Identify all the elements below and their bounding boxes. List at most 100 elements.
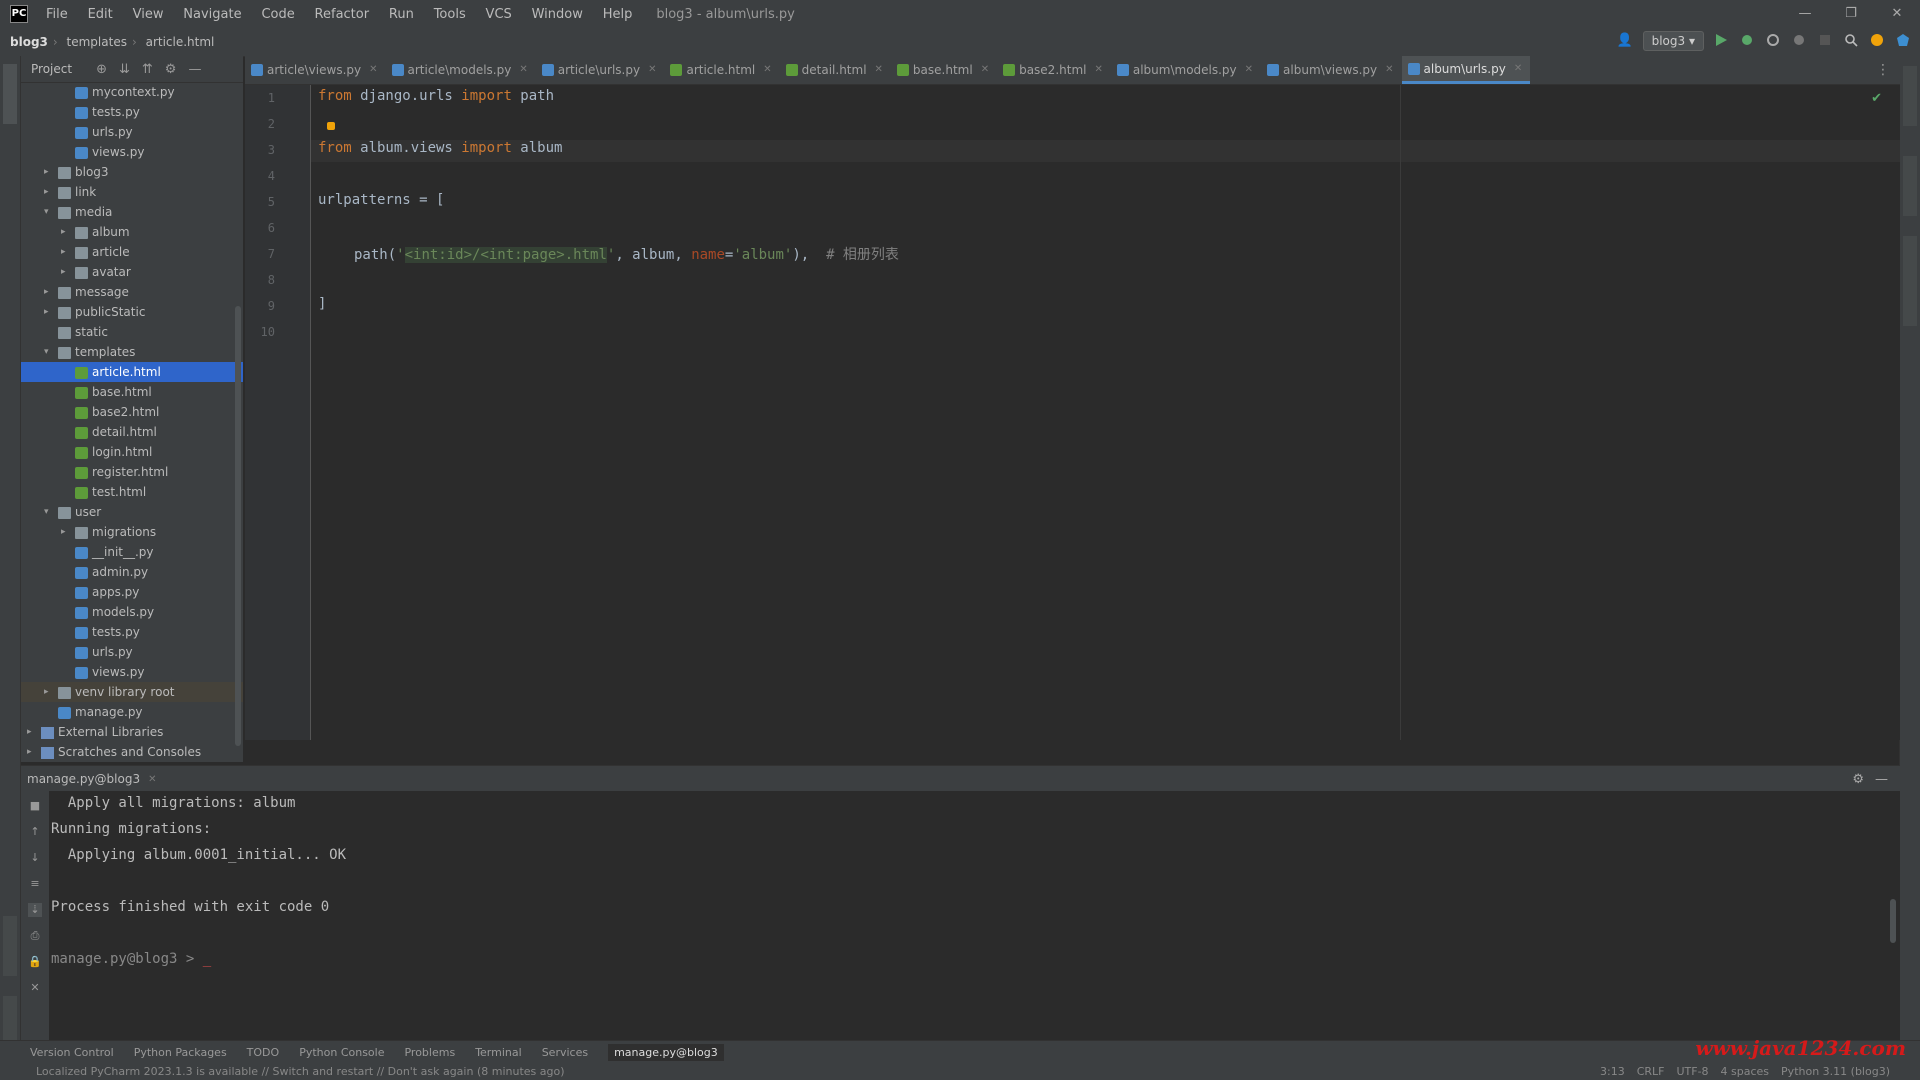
run-console[interactable]: ■ ↑ ↓ ≡ ⇣ ⎙ 🔒 ✕ Apply all migrations: al…	[21, 791, 1900, 1040]
console-prompt[interactable]: manage.py@blog3 > _	[51, 951, 211, 967]
caret-position[interactable]: 3:13	[1600, 1065, 1625, 1078]
menu-edit[interactable]: Edit	[88, 7, 113, 22]
tree-item[interactable]: tests.py	[21, 102, 243, 122]
close-tab-icon[interactable]: ✕	[519, 56, 527, 84]
sciview-tool-button[interactable]	[1903, 236, 1917, 326]
status-message[interactable]: Localized PyCharm 2023.1.3 is available …	[36, 1065, 565, 1078]
search-icon[interactable]	[1844, 33, 1860, 49]
tree-item[interactable]: views.py	[21, 142, 243, 162]
menu-code[interactable]: Code	[261, 7, 294, 22]
maximize-button[interactable]: ❐	[1828, 0, 1874, 28]
python-interpreter[interactable]: Python 3.11 (blog3)	[1781, 1065, 1890, 1078]
tool-python-console[interactable]: Python Console	[299, 1046, 384, 1059]
tree-item[interactable]: models.py	[21, 602, 243, 622]
close-tab-icon[interactable]: ✕	[1245, 56, 1253, 84]
chevron-right-icon[interactable]: ▸	[27, 742, 37, 762]
scroll-up-icon[interactable]: ↑	[28, 825, 42, 839]
chevron-right-icon[interactable]: ▸	[44, 162, 54, 182]
menu-tools[interactable]: Tools	[434, 7, 466, 22]
editor-tab[interactable]: article.html ✕	[664, 56, 779, 84]
chevron-right-icon[interactable]: ▸	[61, 242, 71, 262]
chevron-right-icon[interactable]: ▸	[27, 722, 37, 742]
run-tab-title[interactable]: manage.py@blog3	[27, 772, 140, 786]
tree-item[interactable]: ▸ Scratches and Consoles	[21, 742, 243, 762]
tree-item[interactable]: ▸ message	[21, 282, 243, 302]
menu-navigate[interactable]: Navigate	[183, 7, 241, 22]
editor-tab[interactable]: album\models.py ✕	[1111, 56, 1261, 84]
tree-item[interactable]: ▸ link	[21, 182, 243, 202]
scroll-to-end-icon[interactable]: ⇣	[28, 903, 42, 917]
tabs-menu-icon[interactable]: ⋮	[1876, 62, 1890, 78]
close-tab-icon[interactable]: ✕	[981, 56, 989, 84]
tree-item[interactable]: ▾ user	[21, 502, 243, 522]
close-tab-icon[interactable]: ✕	[875, 56, 883, 84]
menu-vcs[interactable]: VCS	[486, 7, 512, 22]
lock-icon[interactable]: 🔒	[28, 955, 42, 969]
print-icon[interactable]: ⎙	[28, 929, 42, 943]
tool-python-packages[interactable]: Python Packages	[134, 1046, 227, 1059]
close-icon[interactable]: ✕	[28, 981, 42, 995]
editor-tab[interactable]: article\models.py ✕	[386, 56, 536, 84]
line-separator[interactable]: CRLF	[1637, 1065, 1665, 1078]
tree-item[interactable]: static	[21, 322, 243, 342]
run-icon[interactable]	[1714, 33, 1730, 49]
collapse-all-icon[interactable]: ⇈	[142, 62, 153, 77]
soft-wrap-icon[interactable]: ≡	[28, 877, 42, 891]
tree-item[interactable]: register.html	[21, 462, 243, 482]
chevron-right-icon[interactable]: ▸	[61, 522, 71, 542]
update-icon[interactable]	[1870, 33, 1886, 49]
menu-refactor[interactable]: Refactor	[315, 7, 370, 22]
tree-item[interactable]: ▸ venv library root	[21, 682, 243, 702]
chevron-right-icon[interactable]: ▸	[44, 182, 54, 202]
close-tab-icon[interactable]: ✕	[763, 56, 771, 84]
run-settings-gear-icon[interactable]: ⚙	[1852, 772, 1864, 787]
run-hide-icon[interactable]: —	[1875, 772, 1888, 787]
intention-bulb-icon[interactable]	[327, 122, 335, 130]
tree-item[interactable]: __init__.py	[21, 542, 243, 562]
close-tab-icon[interactable]: ✕	[369, 56, 377, 84]
close-tab-icon[interactable]: ✕	[1094, 56, 1102, 84]
minimize-button[interactable]: —	[1782, 0, 1828, 28]
tree-item[interactable]: tests.py	[21, 622, 243, 642]
editor-tab[interactable]: base.html ✕	[891, 56, 997, 84]
close-tab-icon[interactable]: ✕	[648, 56, 656, 84]
editor-tab[interactable]: article\urls.py ✕	[536, 56, 665, 84]
close-window-button[interactable]: ✕	[1874, 0, 1920, 28]
bookmarks-tool-button[interactable]	[3, 916, 17, 976]
inspection-ok-icon[interactable]: ✔	[1871, 91, 1882, 106]
tree-item[interactable]: manage.py	[21, 702, 243, 722]
chevron-right-icon[interactable]: ▸	[61, 222, 71, 242]
tree-item[interactable]: urls.py	[21, 122, 243, 142]
editor-tab[interactable]: article\views.py ✕	[245, 56, 386, 84]
debug-icon[interactable]	[1740, 33, 1756, 49]
notifications-tool-button[interactable]	[1903, 66, 1917, 126]
breadcrumb-project[interactable]: blog3	[10, 35, 48, 49]
menu-window[interactable]: Window	[532, 7, 583, 22]
tree-item[interactable]: ▸ blog3	[21, 162, 243, 182]
editor-tab[interactable]: base2.html ✕	[997, 56, 1111, 84]
tree-item[interactable]: test.html	[21, 482, 243, 502]
tree-item[interactable]: views.py	[21, 662, 243, 682]
tree-item[interactable]: ▸ migrations	[21, 522, 243, 542]
project-view-select[interactable]: Project	[31, 62, 72, 76]
menu-view[interactable]: View	[133, 7, 164, 22]
chevron-right-icon[interactable]: ▸	[44, 282, 54, 302]
close-tab-icon[interactable]: ✕	[1514, 55, 1522, 83]
tree-item[interactable]: urls.py	[21, 642, 243, 662]
tool-version-control[interactable]: Version Control	[30, 1046, 114, 1059]
stop-icon[interactable]: ■	[28, 799, 42, 813]
tree-item[interactable]: ▾ templates	[21, 342, 243, 362]
profile-icon[interactable]	[1792, 33, 1808, 49]
hide-panel-icon[interactable]: —	[188, 62, 201, 77]
database-tool-button[interactable]	[1903, 156, 1917, 216]
tree-item[interactable]: ▾ media	[21, 202, 243, 222]
tree-item[interactable]: ▸ External Libraries	[21, 722, 243, 742]
breadcrumb-folder[interactable]: templates	[67, 35, 127, 49]
project-scrollbar[interactable]	[235, 306, 241, 746]
project-tool-button[interactable]	[3, 64, 17, 124]
tree-item[interactable]: ▸ article	[21, 242, 243, 262]
tree-item[interactable]: base.html	[21, 382, 243, 402]
tree-item[interactable]: ▸ publicStatic	[21, 302, 243, 322]
tree-item[interactable]: ▸ avatar	[21, 262, 243, 282]
tree-item[interactable]: mycontext.py	[21, 82, 243, 102]
